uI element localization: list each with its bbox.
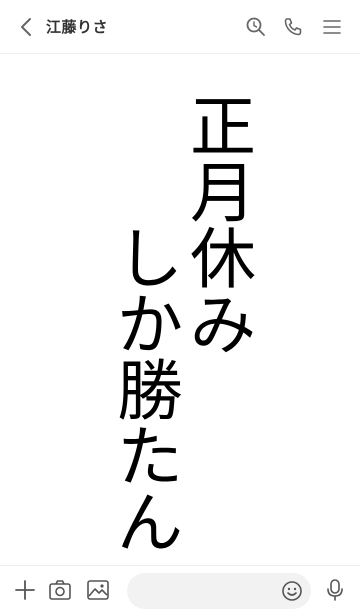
chat-title: 江藤りさ	[46, 18, 109, 36]
add-button[interactable]	[12, 577, 38, 603]
message-char: み	[190, 287, 256, 364]
gallery-button[interactable]	[85, 577, 111, 603]
message-char: 休	[190, 221, 256, 298]
plus-icon	[15, 580, 35, 600]
message-char: 月	[190, 155, 256, 232]
message-char: 正	[190, 89, 256, 166]
chat-content: 正 月 休 み し か 勝 た ん	[0, 55, 360, 565]
call-button[interactable]	[281, 15, 305, 39]
voice-button[interactable]	[322, 577, 348, 603]
chevron-left-icon	[21, 18, 31, 36]
phone-icon	[284, 18, 302, 36]
emoji-button[interactable]	[281, 580, 303, 602]
menu-icon	[323, 20, 341, 34]
input-bar	[0, 565, 360, 616]
message-input[interactable]	[127, 573, 311, 609]
camera-button[interactable]	[47, 577, 73, 603]
vertical-message: 正 月 休 み し か 勝 た ん	[0, 55, 360, 565]
message-char: た	[117, 419, 183, 496]
back-button[interactable]	[14, 15, 38, 39]
camera-icon	[49, 580, 71, 600]
message-column-1: 正 月 休 み	[186, 95, 260, 359]
message-char: 勝	[117, 353, 183, 430]
search-button[interactable]	[244, 15, 268, 39]
message-char: か	[117, 287, 183, 364]
chat-header: 江藤りさ	[0, 0, 360, 54]
message-char: ん	[117, 485, 183, 562]
emoji-icon	[282, 581, 302, 601]
microphone-icon	[327, 579, 343, 601]
image-icon	[87, 580, 109, 600]
menu-button[interactable]	[320, 15, 344, 39]
search-icon	[246, 17, 265, 36]
message-char: し	[117, 221, 183, 298]
message-column-2: し か 勝 た ん	[113, 227, 187, 557]
